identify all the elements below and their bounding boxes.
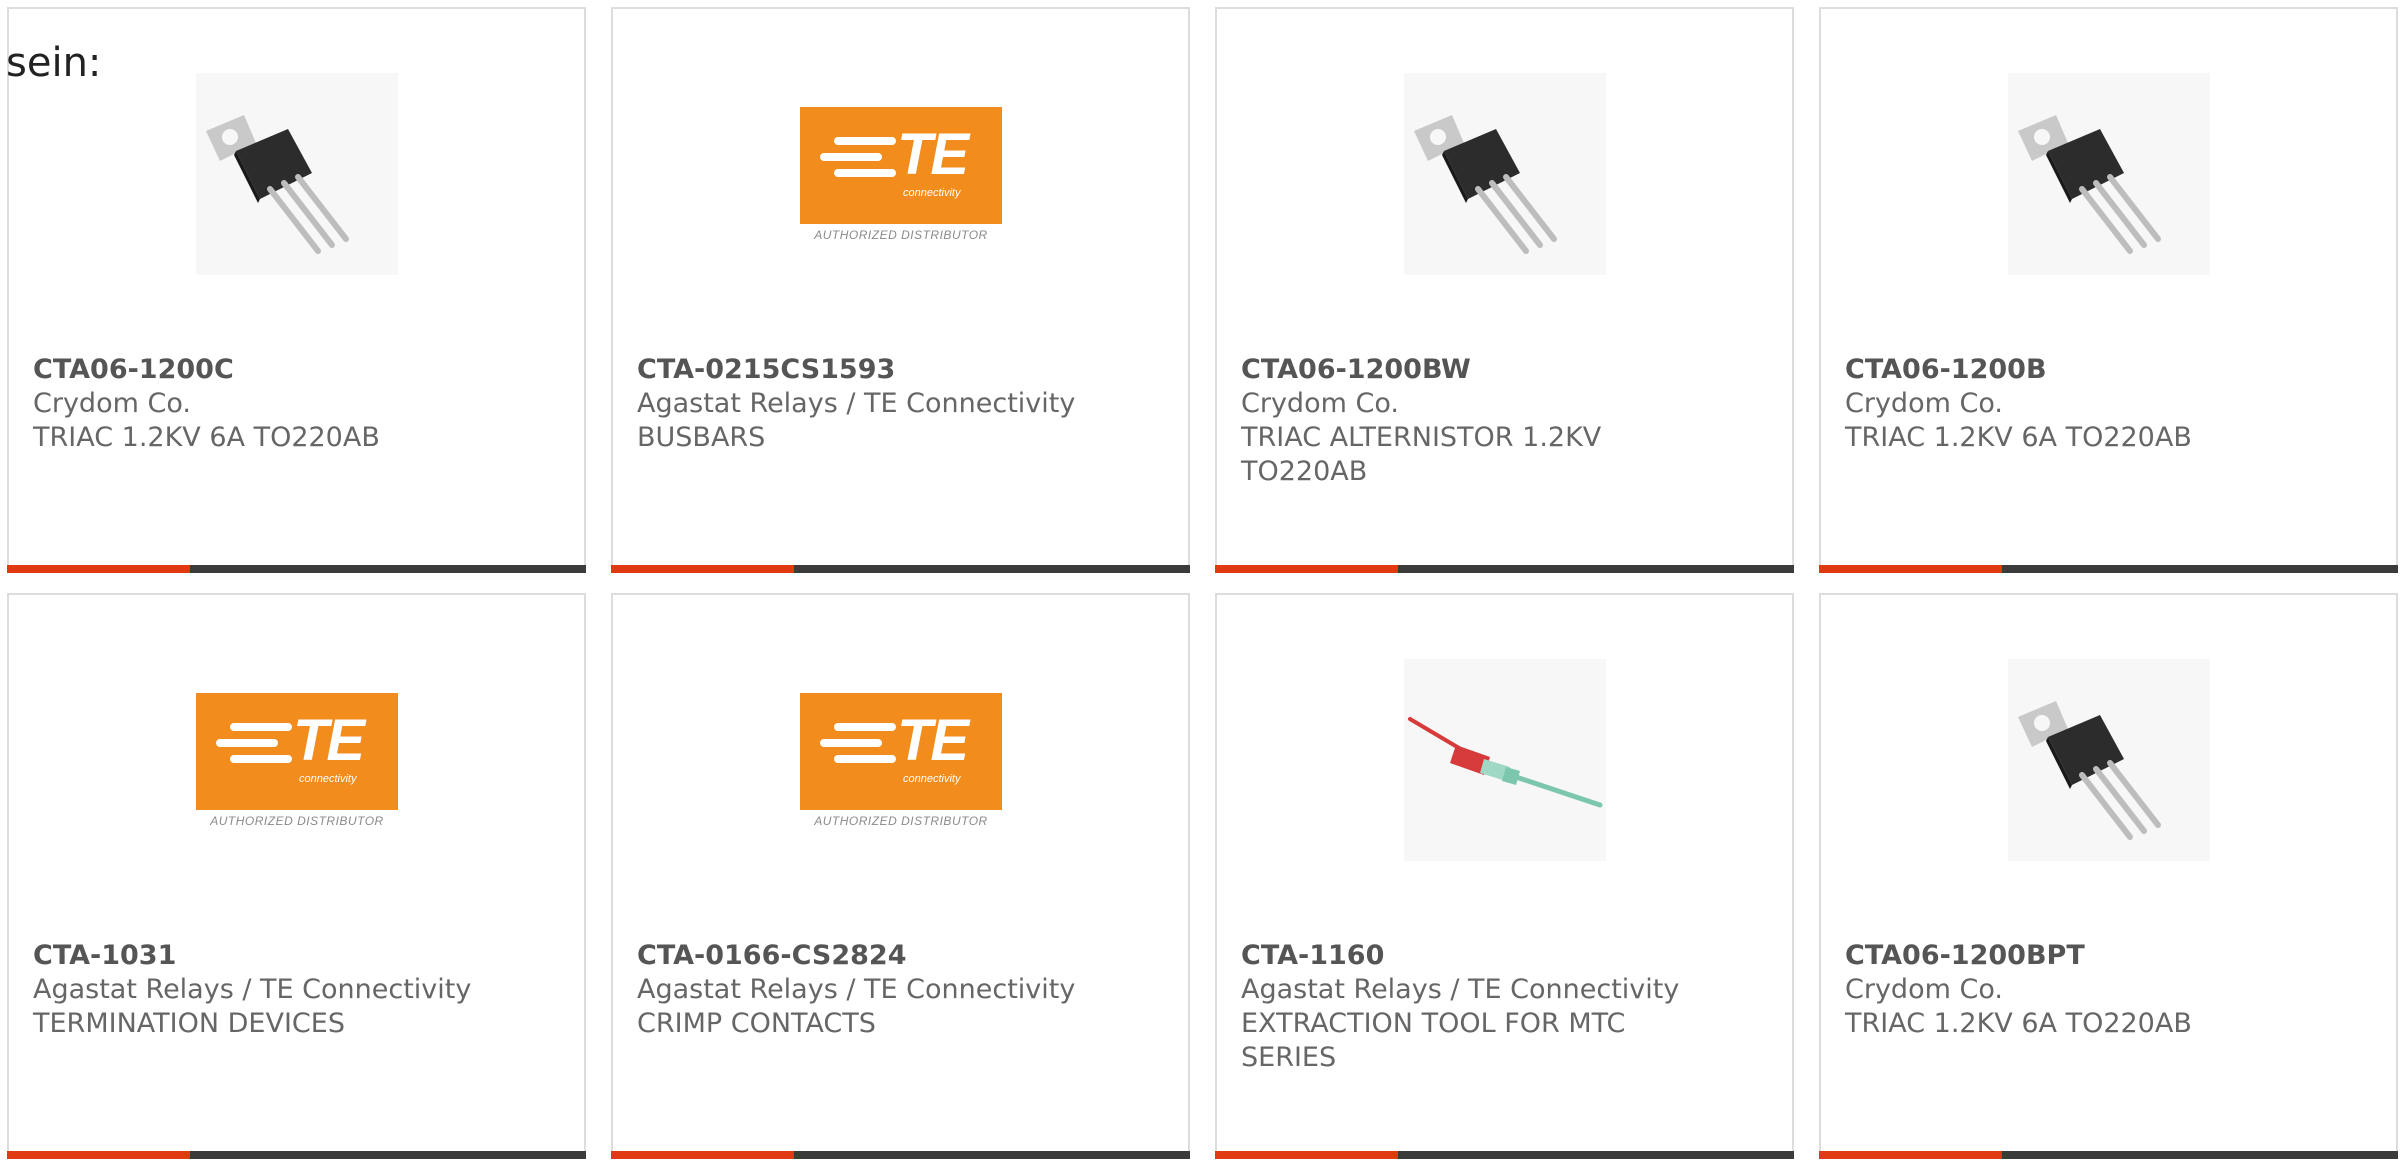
te-sub: connectivity bbox=[299, 772, 357, 785]
page: sein: CTA06-1200C Crydom Co. TRIAC 1.2KV… bbox=[0, 0, 2400, 1161]
description: TRIAC 1.2KV 6A TO220AB bbox=[1845, 1008, 2192, 1039]
description: TRIAC 1.2KV 6A TO220AB bbox=[33, 422, 380, 453]
te-logo-box: TE connectivity bbox=[800, 692, 1002, 810]
product-card[interactable]: CTA-1160 Agastat Relays / TE Connectivit… bbox=[1215, 593, 1794, 1159]
description: BUSBARS bbox=[637, 422, 766, 453]
product-card[interactable]: CTA06-1200C Crydom Co. TRIAC 1.2KV 6A TO… bbox=[7, 7, 586, 573]
product-info: CTA06-1200BPT Crydom Co. TRIAC 1.2KV 6A … bbox=[1845, 939, 2372, 1041]
product-image[interactable]: TE connectivity AUTHORIZED DISTRIBUTOR bbox=[800, 73, 1002, 275]
to220-transistor-icon bbox=[2008, 659, 2210, 861]
product-info: CTA-0166-CS2824 Agastat Relays / TE Conn… bbox=[637, 939, 1164, 1041]
product-image[interactable] bbox=[1404, 73, 1606, 275]
description: TRIAC ALTERNISTOR 1.2KV TO220AB bbox=[1241, 422, 1602, 487]
card-bar bbox=[7, 565, 586, 573]
part-number[interactable]: CTA-1031 bbox=[33, 939, 560, 973]
card-bar-accent bbox=[611, 565, 794, 573]
product-image[interactable] bbox=[1404, 659, 1606, 861]
product-grid: CTA06-1200C Crydom Co. TRIAC 1.2KV 6A TO… bbox=[7, 7, 2400, 1159]
product-card[interactable]: TE connectivity AUTHORIZED DISTRIBUTOR C… bbox=[611, 7, 1190, 573]
description: TRIAC 1.2KV 6A TO220AB bbox=[1845, 422, 2192, 453]
to220-transistor-icon bbox=[1404, 73, 1606, 275]
te-logo-box: TE connectivity bbox=[196, 692, 398, 810]
manufacturer: Crydom Co. bbox=[33, 388, 191, 419]
card-bar bbox=[1215, 565, 1794, 573]
product-card[interactable]: TE connectivity AUTHORIZED DISTRIBUTOR C… bbox=[611, 593, 1190, 1159]
card-bar bbox=[1819, 1151, 2398, 1159]
card-bar-accent bbox=[611, 1151, 794, 1159]
product-info: CTA06-1200B Crydom Co. TRIAC 1.2KV 6A TO… bbox=[1845, 353, 2372, 455]
te-caption: AUTHORIZED DISTRIBUTOR bbox=[814, 813, 988, 828]
manufacturer: Crydom Co. bbox=[1845, 388, 2003, 419]
manufacturer: Agastat Relays / TE Connectivity bbox=[637, 388, 1076, 419]
description: EXTRACTION TOOL FOR MTC SERIES bbox=[1241, 1008, 1626, 1073]
description: CRIMP CONTACTS bbox=[637, 1008, 876, 1039]
product-info: CTA06-1200C Crydom Co. TRIAC 1.2KV 6A TO… bbox=[33, 353, 560, 455]
product-image[interactable]: TE connectivity AUTHORIZED DISTRIBUTOR bbox=[800, 659, 1002, 861]
product-image[interactable] bbox=[2008, 73, 2210, 275]
te-letters: TE bbox=[897, 121, 969, 187]
te-stripes-icon bbox=[216, 722, 292, 763]
te-sub: connectivity bbox=[903, 772, 961, 785]
card-bar bbox=[611, 565, 1190, 573]
te-stripes-icon bbox=[820, 136, 896, 177]
card-bar-accent bbox=[1215, 565, 1398, 573]
part-number[interactable]: CTA-1160 bbox=[1241, 939, 1768, 973]
te-logo: TE connectivity AUTHORIZED DISTRIBUTOR bbox=[196, 692, 398, 828]
product-image[interactable] bbox=[2008, 659, 2210, 861]
product-info: CTA-1031 Agastat Relays / TE Connectivit… bbox=[33, 939, 560, 1041]
product-info: CTA-1160 Agastat Relays / TE Connectivit… bbox=[1241, 939, 1768, 1075]
part-number[interactable]: CTA06-1200BPT bbox=[1845, 939, 2372, 973]
part-number[interactable]: CTA06-1200C bbox=[33, 353, 560, 387]
manufacturer: Agastat Relays / TE Connectivity bbox=[637, 974, 1076, 1005]
te-sub: connectivity bbox=[903, 186, 961, 199]
product-card[interactable]: CTA06-1200BPT Crydom Co. TRIAC 1.2KV 6A … bbox=[1819, 593, 2398, 1159]
manufacturer: Crydom Co. bbox=[1241, 388, 1399, 419]
product-card[interactable]: TE connectivity AUTHORIZED DISTRIBUTOR C… bbox=[7, 593, 586, 1159]
intro-text: sein: bbox=[6, 40, 102, 86]
te-logo: TE connectivity AUTHORIZED DISTRIBUTOR bbox=[800, 692, 1002, 828]
card-bar bbox=[611, 1151, 1190, 1159]
te-letters: TE bbox=[897, 707, 969, 773]
te-caption: AUTHORIZED DISTRIBUTOR bbox=[210, 813, 384, 828]
product-info: CTA-0215CS1593 Agastat Relays / TE Conne… bbox=[637, 353, 1164, 455]
product-info: CTA06-1200BW Crydom Co. TRIAC ALTERNISTO… bbox=[1241, 353, 1768, 489]
card-bar-accent bbox=[7, 1151, 190, 1159]
te-caption: AUTHORIZED DISTRIBUTOR bbox=[814, 227, 988, 242]
te-logo-box: TE connectivity bbox=[800, 106, 1002, 224]
product-image[interactable] bbox=[196, 73, 398, 275]
manufacturer: Crydom Co. bbox=[1845, 974, 2003, 1005]
product-card[interactable]: CTA06-1200BW Crydom Co. TRIAC ALTERNISTO… bbox=[1215, 7, 1794, 573]
description: TERMINATION DEVICES bbox=[33, 1008, 345, 1039]
part-number[interactable]: CTA-0215CS1593 bbox=[637, 353, 1164, 387]
te-stripes-icon bbox=[820, 722, 896, 763]
te-letters: TE bbox=[293, 707, 365, 773]
te-logo: TE connectivity AUTHORIZED DISTRIBUTOR bbox=[800, 106, 1002, 242]
card-bar-accent bbox=[1215, 1151, 1398, 1159]
to220-transistor-icon bbox=[196, 73, 398, 275]
part-number[interactable]: CTA-0166-CS2824 bbox=[637, 939, 1164, 973]
card-bar-accent bbox=[1819, 565, 2002, 573]
card-bar bbox=[1819, 565, 2398, 573]
product-card[interactable]: CTA06-1200B Crydom Co. TRIAC 1.2KV 6A TO… bbox=[1819, 7, 2398, 573]
card-bar-accent bbox=[1819, 1151, 2002, 1159]
card-bar bbox=[1215, 1151, 1794, 1159]
card-bar-accent bbox=[7, 565, 190, 573]
part-number[interactable]: CTA06-1200BW bbox=[1241, 353, 1768, 387]
card-bar bbox=[7, 1151, 586, 1159]
part-number[interactable]: CTA06-1200B bbox=[1845, 353, 2372, 387]
manufacturer: Agastat Relays / TE Connectivity bbox=[33, 974, 472, 1005]
product-image[interactable]: TE connectivity AUTHORIZED DISTRIBUTOR bbox=[196, 659, 398, 861]
to220-transistor-icon bbox=[2008, 73, 2210, 275]
extraction-tool-icon bbox=[1404, 659, 1606, 861]
manufacturer: Agastat Relays / TE Connectivity bbox=[1241, 974, 1680, 1005]
